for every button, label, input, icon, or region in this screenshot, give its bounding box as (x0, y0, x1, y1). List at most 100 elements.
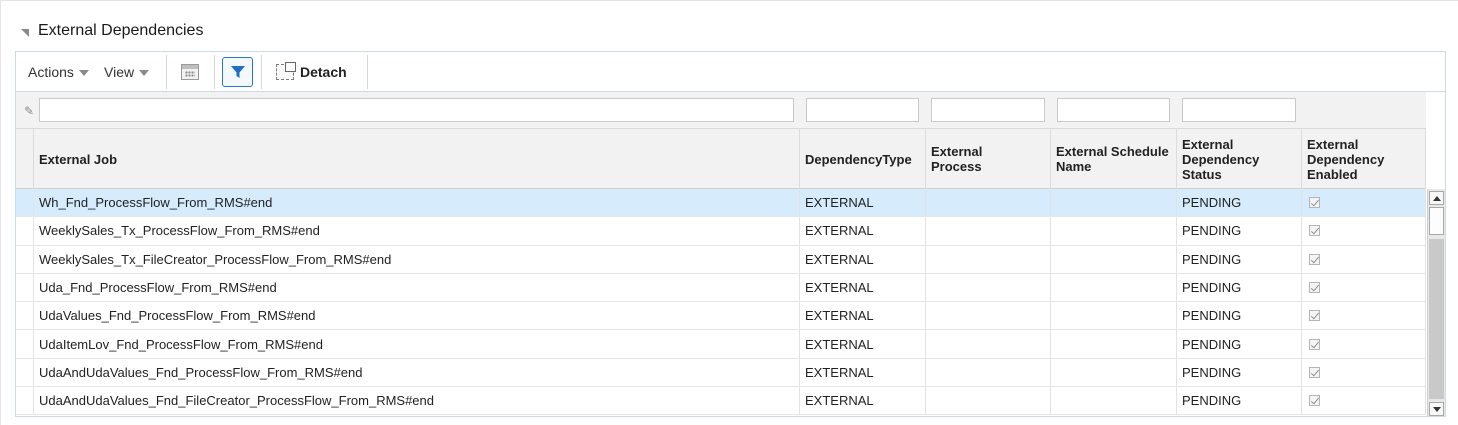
table-row[interactable]: UdaAndUdaValues_Fnd_ProcessFlow_From_RMS… (16, 358, 1426, 388)
cell-external-dependency-status: PENDING (1177, 387, 1302, 415)
cell-external-dependency-enabled (1302, 330, 1426, 358)
cell-external-dependency-status: PENDING (1177, 189, 1302, 217)
page-frame: External Dependencies Actions View Detac… (0, 0, 1458, 425)
cell-external-schedule-name (1051, 358, 1177, 387)
enabled-checkbox (1309, 338, 1320, 350)
detach-button[interactable]: Detach (276, 52, 347, 91)
cell-external-job: Wh_Fnd_ProcessFlow_From_RMS#end (34, 189, 800, 217)
cell-dependency-type: EXTERNAL (800, 387, 926, 415)
chevron-down-icon (139, 69, 150, 76)
cell-external-dependency-enabled (1302, 217, 1426, 245)
filter-input-external-schedule-name[interactable] (1057, 98, 1170, 122)
filter-input-external-dependency-status[interactable] (1182, 98, 1296, 122)
cell-dependency-type: EXTERNAL (800, 273, 926, 302)
row-stub (16, 330, 34, 358)
cell-external-job: WeeklySales_Tx_FileCreator_ProcessFlow_F… (34, 245, 800, 273)
filter-row: ✎ (16, 92, 1426, 129)
row-stub (16, 273, 34, 302)
vertical-scrollbar[interactable] (1427, 189, 1445, 416)
cell-external-process (926, 302, 1051, 330)
column-header-dependency-type[interactable]: DependencyType (800, 129, 926, 189)
column-header-external-dependency-enabled[interactable]: External Dependency Enabled (1302, 129, 1426, 189)
freeze-column-icon[interactable] (181, 64, 199, 80)
cell-external-process (926, 217, 1051, 245)
toolbar: Actions View Detach (15, 51, 1446, 91)
cell-external-schedule-name (1051, 217, 1177, 245)
cell-external-dependency-status: PENDING (1177, 302, 1302, 330)
cell-external-schedule-name (1051, 245, 1177, 273)
table-row[interactable]: UdaAndUdaValues_Fnd_FileCreator_ProcessF… (16, 387, 1426, 416)
filter-input-dependency-type[interactable] (806, 98, 919, 122)
cell-external-job: UdaItemLov_Fnd_ProcessFlow_From_RMS#end (34, 330, 800, 358)
cell-external-dependency-enabled (1302, 189, 1426, 217)
column-header-external-dependency-status[interactable]: External Dependency Status (1177, 129, 1302, 189)
cell-external-job: Uda_Fnd_ProcessFlow_From_RMS#end (34, 273, 800, 302)
cell-dependency-type: EXTERNAL (800, 302, 926, 330)
table-header-row: External Job DependencyType External Pro… (16, 129, 1426, 189)
table-row[interactable]: WeeklySales_Tx_FileCreator_ProcessFlow_F… (16, 245, 1426, 274)
column-header-external-job[interactable]: External Job (34, 129, 800, 189)
cell-external-dependency-status: PENDING (1177, 273, 1302, 302)
cell-external-dependency-enabled (1302, 387, 1426, 415)
collapse-triangle-icon[interactable] (21, 28, 29, 37)
scroll-track[interactable] (1429, 239, 1444, 399)
scroll-thumb[interactable] (1429, 207, 1444, 235)
cell-external-schedule-name (1051, 189, 1177, 217)
enabled-checkbox (1309, 197, 1320, 209)
table-row[interactable]: UdaValues_Fnd_ProcessFlow_From_RMS#end EX… (16, 302, 1426, 331)
row-stub (16, 387, 34, 415)
filter-input-external-job[interactable] (39, 98, 794, 122)
enabled-checkbox (1309, 282, 1320, 294)
table-row[interactable]: WeeklySales_Tx_ProcessFlow_From_RMS#end E… (16, 217, 1426, 246)
column-header-external-schedule-name[interactable]: External Schedule Name (1051, 129, 1177, 189)
table-row[interactable]: Wh_Fnd_ProcessFlow_From_RMS#end EXTERNAL P… (16, 189, 1426, 218)
table-row[interactable]: UdaItemLov_Fnd_ProcessFlow_From_RMS#end E… (16, 330, 1426, 359)
cell-external-process (926, 245, 1051, 273)
panel-header[interactable]: External Dependencies (21, 19, 203, 43)
actions-menu[interactable]: Actions (28, 52, 89, 91)
cell-external-process (926, 358, 1051, 387)
chevron-down-icon (78, 69, 89, 76)
toolbar-separator (367, 55, 368, 89)
enabled-checkbox (1309, 366, 1320, 378)
detach-icon (276, 61, 296, 80)
scroll-down-button[interactable] (1429, 402, 1444, 416)
filter-input-external-process[interactable] (931, 98, 1045, 122)
cell-external-process (926, 330, 1051, 358)
toolbar-separator (261, 55, 262, 89)
cell-external-dependency-enabled (1302, 302, 1426, 330)
cell-external-schedule-name (1051, 302, 1177, 330)
cell-external-dependency-status: PENDING (1177, 217, 1302, 245)
enabled-checkbox (1309, 225, 1320, 237)
table-body: Wh_Fnd_ProcessFlow_From_RMS#end EXTERNAL P… (16, 189, 1426, 416)
cell-dependency-type: EXTERNAL (800, 358, 926, 387)
cell-external-dependency-enabled (1302, 245, 1426, 273)
column-header-external-process[interactable]: External Process (926, 129, 1051, 189)
cell-external-schedule-name (1051, 330, 1177, 358)
clear-filter-icon[interactable]: ✎ (24, 104, 34, 118)
filter-icon (230, 66, 245, 78)
cell-external-job: UdaAndUdaValues_Fnd_ProcessFlow_From_RMS… (34, 358, 800, 387)
row-stub (16, 245, 34, 273)
enabled-checkbox (1309, 310, 1320, 322)
cell-external-job: UdaValues_Fnd_ProcessFlow_From_RMS#end (34, 302, 800, 330)
cell-external-job: WeeklySales_Tx_ProcessFlow_From_RMS#end (34, 217, 800, 245)
dependencies-table: ✎ External Job DependencyType External P… (15, 91, 1446, 417)
cell-dependency-type: EXTERNAL (800, 217, 926, 245)
arrow-down-icon (1432, 406, 1441, 412)
cell-dependency-type: EXTERNAL (800, 330, 926, 358)
enabled-checkbox (1309, 395, 1320, 407)
cell-external-dependency-status: PENDING (1177, 330, 1302, 358)
cell-dependency-type: EXTERNAL (800, 245, 926, 273)
scroll-up-button[interactable] (1429, 191, 1444, 205)
query-by-example-button[interactable] (222, 57, 253, 87)
row-stub (16, 217, 34, 245)
cell-external-dependency-status: PENDING (1177, 358, 1302, 387)
view-menu[interactable]: View (104, 52, 150, 91)
cell-external-schedule-name (1051, 273, 1177, 302)
panel-title: External Dependencies (38, 22, 204, 39)
view-menu-label: View (104, 63, 135, 80)
cell-external-process (926, 273, 1051, 302)
table-row[interactable]: Uda_Fnd_ProcessFlow_From_RMS#end EXTERNAL… (16, 273, 1426, 303)
row-stub (16, 302, 34, 330)
